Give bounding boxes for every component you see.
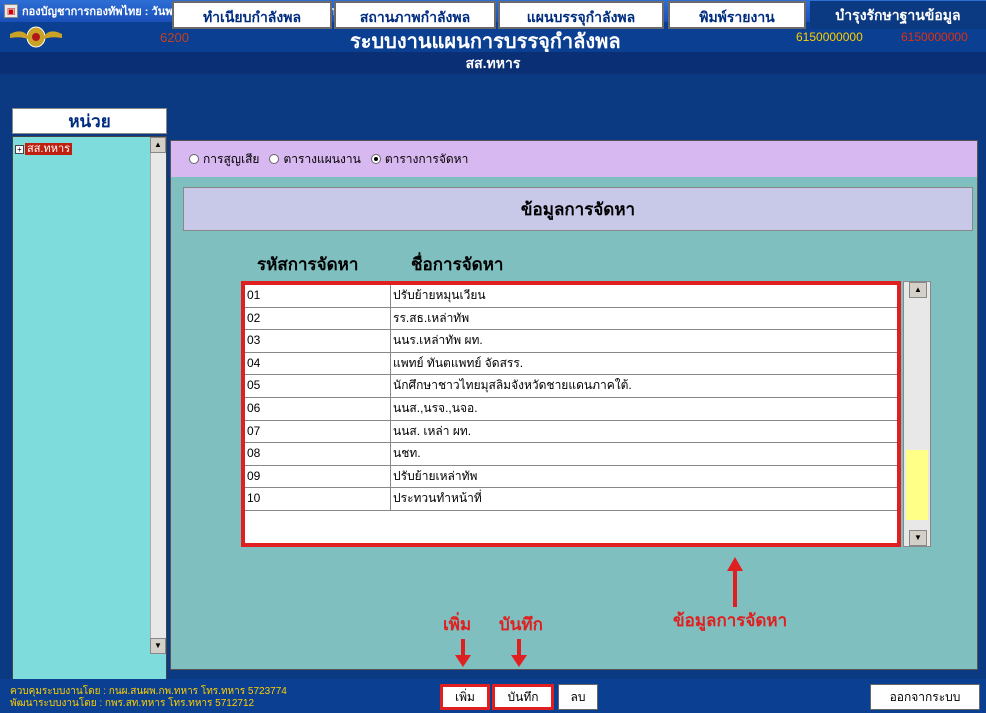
name-cell[interactable]: ปรับย้ายเหล่าทัพ [391,466,897,488]
radio-loss[interactable]: การสูญเสีย [189,150,259,169]
table-row[interactable]: 10 ประทวนทำหน้าที่ [245,488,897,511]
tab-plan[interactable]: แผนบรรจุกำลังพล [498,1,664,29]
table-row[interactable]: 05 นักศึกษาชาวไทยมุสลิมจังหวัดชายแดนภาคใต… [245,375,897,398]
sidebar-tree[interactable]: +สส.ทหาร ▲ ▼ ◄ ► [12,136,167,705]
table-row[interactable]: 04 แพทย์ ทันตแพทย์ จัดสรร. [245,352,897,376]
tab-reports[interactable]: พิมพ์รายงาน [668,1,806,29]
tab-maintenance[interactable]: บำรุงรักษาฐานข้อมูล [810,1,986,29]
name-cell[interactable]: ประทวนทำหน้าที่ [391,488,897,510]
code-cell[interactable]: 01 [245,285,391,307]
view-selector: การสูญเสีย ตารางแผนงาน ตารางการจัดหา [171,141,977,177]
name-cell[interactable]: นนส.,นรจ.,นจอ. [391,398,897,420]
radio-button[interactable] [189,154,199,164]
expand-icon[interactable]: + [15,145,24,154]
annotation-arrow-line [733,569,737,607]
sidebar-heading: หน่วย [12,108,167,134]
table-row[interactable]: 08 นชท. [245,443,897,466]
table-row[interactable]: 06 นนส.,นรจ.,นจอ. [245,398,897,421]
section-title: ข้อมูลการจัดหา [183,187,973,231]
annotation-arrow-down-icon [455,655,471,667]
code-cell[interactable]: 09 [245,465,391,488]
name-cell[interactable]: ปรับย้ายหมุนเวียน [391,285,897,307]
app-icon: ▣ [4,4,18,18]
table-row[interactable]: 02 รร.สธ.เหล่าทัพ [245,307,897,331]
code-cell[interactable]: 04 [245,352,391,375]
scroll-up-icon[interactable]: ▲ [909,282,927,298]
tree-item[interactable]: + สส.ทหาร [15,139,73,157]
code-cell[interactable]: 05 [245,375,391,397]
annotation-data-label: ข้อมูลการจัดหา [673,611,788,630]
header-number-right: 6150000000 [901,30,968,44]
radio-plan-table[interactable]: ตารางแผนงาน [269,150,361,169]
app-header: 6200 ระบบงานแผนการบรรจุกำลังพล 615000000… [0,22,986,74]
scroll-up-icon[interactable]: ▲ [150,137,166,153]
radio-button[interactable] [370,154,381,164]
column-header-code: รหัสการจัดหา [257,255,359,274]
name-cell[interactable]: นนร.เหล่าทัพ ผท. [391,330,897,352]
name-cell[interactable]: นชท. [391,443,897,465]
code-cell[interactable]: 07 [245,420,391,443]
unit-name: สส.ทหาร [0,52,986,74]
content-panel: การสูญเสีย ตารางแผนงาน ตารางการจัดหา ข้อ… [170,140,978,670]
table-row[interactable]: 09 ปรับย้ายเหล่าทัพ [245,465,897,489]
procurement-grid[interactable]: 01 ปรับย้ายหมุนเวียน 02 รร.สธ.เหล่าทัพ 03 น… [241,281,901,547]
scroll-down-icon[interactable]: ▼ [909,530,927,546]
annotation-add-label: เพิ่ม [443,615,472,634]
name-cell[interactable]: นนส. เหล่า ผท. [391,421,897,443]
sidebar-vertical-scrollbar[interactable]: ▲ ▼ [150,137,166,654]
table-row[interactable]: 01 ปรับย้ายหมุนเวียน [245,285,897,308]
header-number-left: 6150000000 [796,30,863,44]
annotation-save-label: บันทึก [499,615,543,634]
delete-button[interactable]: ลบ [558,684,598,710]
grid-scrollbar[interactable]: ▲ ▼ [903,281,931,547]
code-cell[interactable]: 03 [245,330,391,352]
name-cell[interactable]: รร.สธ.เหล่าทัพ [391,308,897,330]
header-code: 6200 [160,30,189,45]
column-header-name: ชื่อการจัดหา [411,255,504,274]
radio-procurement-table[interactable]: ตารางการจัดหา [370,150,468,169]
emblem-icon [10,26,62,48]
scroll-thumb[interactable] [906,450,928,520]
exit-button[interactable]: ออกจากระบบ [870,684,980,710]
code-cell[interactable]: 10 [245,488,391,510]
annotation-arrow-down-icon [511,655,527,667]
radio-button[interactable] [269,154,280,164]
status-line-developer: พัฒนาระบบงานโดย : กพร.สท.ทหาร โทร.ทหาร 5… [10,698,255,709]
tree-item-label[interactable]: สส.ทหาร [25,143,73,155]
code-cell[interactable]: 06 [245,398,391,420]
scroll-down-icon[interactable]: ▼ [150,638,166,654]
name-cell[interactable]: แพทย์ ทันตแพทย์ จัดสรร. [391,353,897,375]
save-button[interactable]: บันทึก [492,684,554,710]
code-cell[interactable]: 08 [245,443,391,465]
name-cell[interactable]: นักศึกษาชาวไทยมุสลิมจังหวัดชายแดนภาคใต้. [391,375,897,397]
add-button[interactable]: เพิ่ม [440,684,490,710]
code-cell[interactable]: 02 [245,307,391,330]
tab-roster[interactable]: ทำเนียบกำลังพล [172,1,332,29]
table-row[interactable]: 07 นนส. เหล่า ผท. [245,420,897,444]
tab-status[interactable]: สถานภาพกำลังพล [334,1,496,29]
table-row[interactable]: 03 นนร.เหล่าทัพ ผท. [245,330,897,353]
